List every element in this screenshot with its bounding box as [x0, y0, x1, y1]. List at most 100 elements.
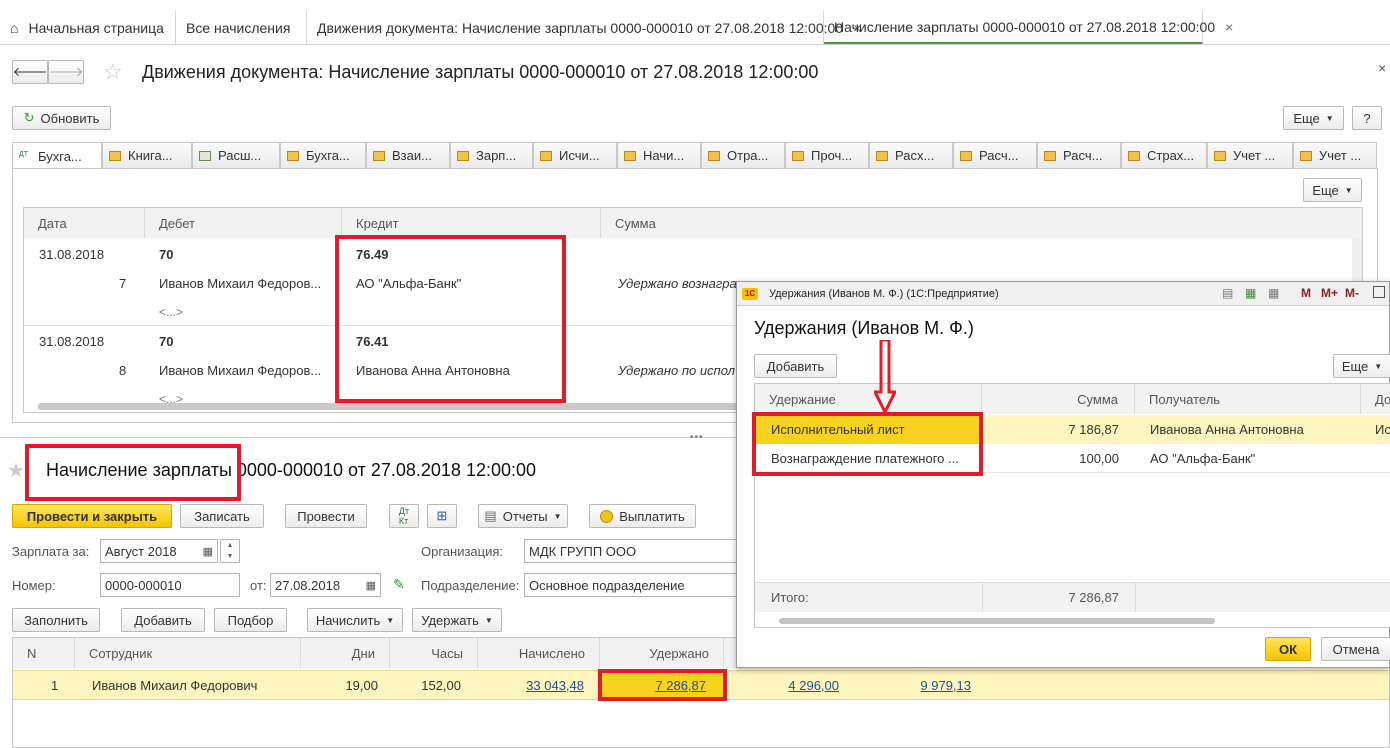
dialog-more-button[interactable]: Еще ▼: [1333, 354, 1390, 378]
add-button[interactable]: Добавить: [121, 608, 205, 632]
select-button[interactable]: Подбор: [214, 608, 287, 632]
structure-icon[interactable]: ⊞: [427, 504, 457, 528]
column-header[interactable]: Удержание: [755, 384, 982, 414]
highlight-credit: [335, 235, 566, 403]
help-button[interactable]: ?: [1352, 106, 1382, 130]
memory-button[interactable]: M: [1301, 286, 1311, 300]
tab-salary-document[interactable]: Начисление зарплаты 0000-000010 от 27.08…: [824, 11, 1233, 44]
dialog-add-button[interactable]: Добавить: [754, 354, 837, 378]
chevron-down-icon: ▼: [1374, 361, 1383, 371]
register-tab[interactable]: Начи...: [617, 142, 701, 168]
debit-subconto: Иванов Михаил Федоров...: [159, 363, 322, 378]
register-icon: [960, 150, 972, 161]
more-button[interactable]: Еще ▼: [1283, 106, 1344, 130]
accrue-button[interactable]: Начислить ▼: [307, 608, 403, 632]
register-tab[interactable]: Расх...: [869, 142, 953, 168]
date-field[interactable]: 27.08.2018 ▦: [270, 573, 381, 597]
tab-document-movements[interactable]: Движения документа: Начисление зарплаты …: [307, 11, 861, 44]
table-icon[interactable]: ▦: [1245, 286, 1256, 300]
register-tab[interactable]: Учет ...: [1207, 142, 1293, 168]
register-tab[interactable]: Учет ...: [1293, 142, 1377, 168]
print-icon[interactable]: ▤: [1222, 286, 1233, 300]
column-header[interactable]: Сумма: [982, 384, 1135, 414]
accrued-link[interactable]: 33 043,48: [478, 678, 584, 693]
total-value: 7 286,87: [1068, 590, 1119, 605]
days-cell: 19,00: [345, 678, 378, 693]
register-icon: [1044, 150, 1056, 161]
calendar-icon[interactable]: ▦: [203, 545, 213, 558]
withhold-button[interactable]: Удержать ▼: [412, 608, 502, 632]
column-header[interactable]: Начислено: [478, 638, 600, 668]
ok-button[interactable]: ОК: [1265, 637, 1311, 661]
dt-kt-icon[interactable]: Дт Кт: [389, 504, 419, 528]
register-tab[interactable]: Бухга...: [280, 142, 366, 168]
register-more-button[interactable]: Еще ▼: [1303, 178, 1362, 202]
register-tab-label: Расш...: [218, 148, 262, 163]
register-tab[interactable]: Страх...: [1121, 142, 1207, 168]
division-field[interactable]: Основное подразделение: [524, 573, 738, 597]
down-arrow-annotation: [874, 340, 896, 414]
to-pay-link[interactable]: 9 979,13: [839, 678, 971, 693]
salary-for-label: Зарплата за:: [12, 544, 90, 559]
horizontal-scrollbar[interactable]: [779, 618, 1215, 624]
column-header[interactable]: Сумма: [601, 208, 1362, 238]
memory-plus-button[interactable]: M+: [1321, 286, 1338, 300]
star-icon[interactable]: ☆: [103, 59, 123, 85]
organization-field[interactable]: МДК ГРУПП ООО: [524, 539, 738, 563]
tab-home[interactable]: ⌂ Начальная страница: [0, 11, 176, 44]
column-header[interactable]: До: [1361, 384, 1390, 414]
register-tab[interactable]: Взаи...: [366, 142, 450, 168]
fill-button[interactable]: Заполнить: [12, 608, 100, 632]
register-tab[interactable]: Отра...: [701, 142, 785, 168]
withholding-recipient: АО "Альфа-Банк": [1150, 451, 1256, 466]
calendar-icon[interactable]: ▦: [1268, 286, 1279, 300]
post-button[interactable]: Провести: [285, 504, 367, 528]
column-header[interactable]: Часы: [390, 638, 478, 668]
month-stepper[interactable]: ▲ ▼: [220, 539, 240, 563]
register-tab[interactable]: Проч...: [785, 142, 869, 168]
column-header[interactable]: Дата: [24, 208, 145, 238]
register-tab[interactable]: Книга...: [102, 142, 192, 168]
calendar-icon[interactable]: ▦: [366, 579, 376, 592]
divider: [1135, 582, 1136, 612]
app-logo-icon: 1С: [742, 288, 758, 300]
number-field[interactable]: 0000-000010: [100, 573, 240, 597]
column-header[interactable]: Сотрудник: [75, 638, 301, 668]
register-icon: [540, 150, 552, 161]
salary-month-value: Август 2018: [105, 543, 177, 559]
register-tab[interactable]: Расш...: [192, 142, 280, 168]
close-icon[interactable]: ×: [1378, 60, 1386, 76]
chevron-down-icon: ▼: [1344, 185, 1353, 195]
dialog-title: Удержания (Иванов М. Ф.): [754, 318, 974, 338]
column-header[interactable]: Кредит: [342, 208, 601, 238]
register-tab[interactable]: Зарп...: [450, 142, 533, 168]
close-icon[interactable]: ×: [1225, 19, 1233, 35]
post-and-close-button[interactable]: Провести и закрыть: [12, 504, 172, 528]
splitter-handle[interactable]: •••: [690, 432, 704, 443]
cancel-button[interactable]: Отмена: [1321, 637, 1390, 661]
column-header[interactable]: Получатель: [1135, 384, 1361, 414]
register-tab[interactable]: Расч...: [1037, 142, 1121, 168]
register-tab[interactable]: Расч...: [953, 142, 1037, 168]
reports-button[interactable]: ▤ Отчеты ▼: [478, 504, 568, 528]
tab-all-accruals[interactable]: Все начисления: [176, 11, 307, 44]
chevron-down-icon: ▼: [484, 615, 493, 625]
column-header[interactable]: N: [13, 638, 75, 668]
register-tab-label: Книга...: [128, 148, 173, 163]
register-tab[interactable]: ДТ Бухга...: [12, 142, 102, 169]
memory-minus-button[interactable]: M-: [1345, 286, 1359, 300]
forward-button[interactable]: 🡒: [48, 60, 84, 84]
maximize-icon[interactable]: [1373, 286, 1385, 298]
salary-month-field[interactable]: Август 2018 ▦: [100, 539, 218, 563]
comment-icon[interactable]: ✎: [393, 576, 405, 593]
save-button[interactable]: Записать: [180, 504, 264, 528]
column-header[interactable]: Дни: [301, 638, 390, 668]
star-icon[interactable]: ★: [7, 458, 25, 483]
column-header[interactable]: Дебет: [145, 208, 342, 238]
refresh-button[interactable]: ↻ Обновить: [12, 106, 111, 130]
income-tax-link[interactable]: 4 296,00: [724, 678, 839, 693]
back-button[interactable]: 🡐: [12, 60, 48, 84]
pay-button[interactable]: Выплатить: [589, 504, 696, 528]
register-tab[interactable]: Исчи...: [533, 142, 617, 168]
column-header[interactable]: Удержано: [600, 638, 724, 668]
